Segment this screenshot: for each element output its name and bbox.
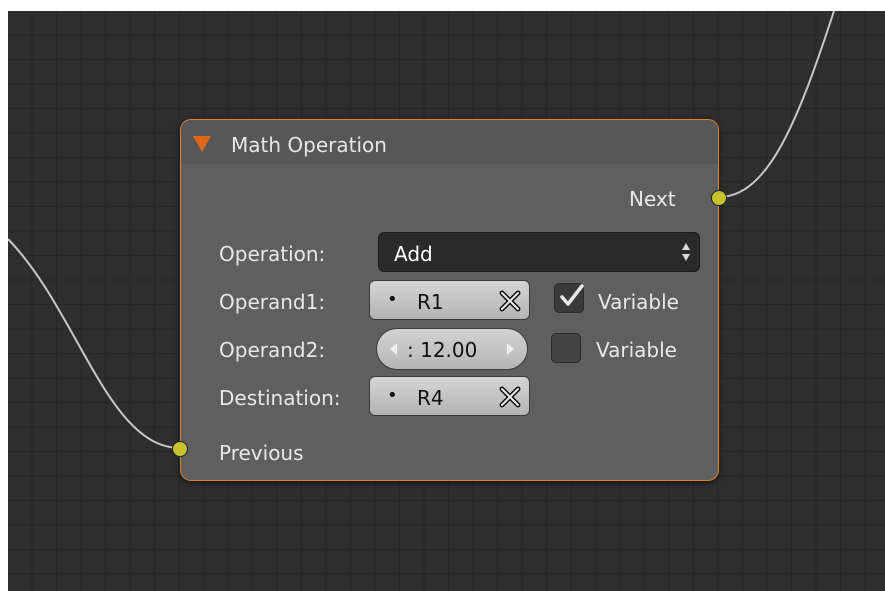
x-icon[interactable] [499, 386, 521, 408]
node-editor-canvas[interactable]: Math Operation Next Operation: Add Opera… [8, 11, 885, 591]
destination-field[interactable]: • R4 [369, 376, 530, 416]
input-socket-previous[interactable] [172, 441, 188, 457]
destination-label: Destination: [219, 386, 341, 410]
bullet-icon: • [387, 289, 398, 310]
output-socket-label: Next [629, 187, 676, 211]
operand1-field[interactable]: • R1 [369, 280, 530, 320]
bullet-icon: • [387, 385, 398, 406]
operand2-variable-label: Variable [596, 338, 677, 362]
operand1-label: Operand1: [219, 290, 326, 314]
operation-select[interactable]: Add [378, 232, 700, 272]
operation-label: Operation: [219, 242, 326, 266]
destination-value: R4 [417, 386, 444, 410]
link-previous [8, 238, 181, 449]
arrow-right-icon[interactable] [507, 343, 514, 355]
x-icon[interactable] [499, 290, 521, 312]
operand1-variable-checkbox[interactable] [554, 283, 584, 313]
operand2-value: : 12.00 [407, 338, 478, 362]
output-socket-next[interactable] [711, 190, 727, 206]
operand2-variable-checkbox[interactable] [551, 333, 581, 363]
node-title: Math Operation [231, 133, 387, 157]
arrow-left-icon[interactable] [390, 343, 397, 355]
updown-arrows-icon [682, 243, 690, 261]
operand2-label: Operand2: [219, 338, 326, 362]
input-socket-label: Previous [219, 441, 304, 465]
operation-value: Add [394, 242, 433, 266]
checkmark-icon [560, 284, 584, 306]
triangle-down-icon[interactable] [193, 136, 211, 152]
operand1-value: R1 [417, 290, 444, 314]
node-header[interactable]: Math Operation [181, 120, 718, 164]
operand2-number-field[interactable]: : 12.00 [376, 328, 528, 370]
link-next [718, 11, 835, 198]
operand1-variable-label: Variable [598, 290, 679, 314]
math-operation-node[interactable]: Math Operation Next Operation: Add Opera… [172, 119, 727, 481]
